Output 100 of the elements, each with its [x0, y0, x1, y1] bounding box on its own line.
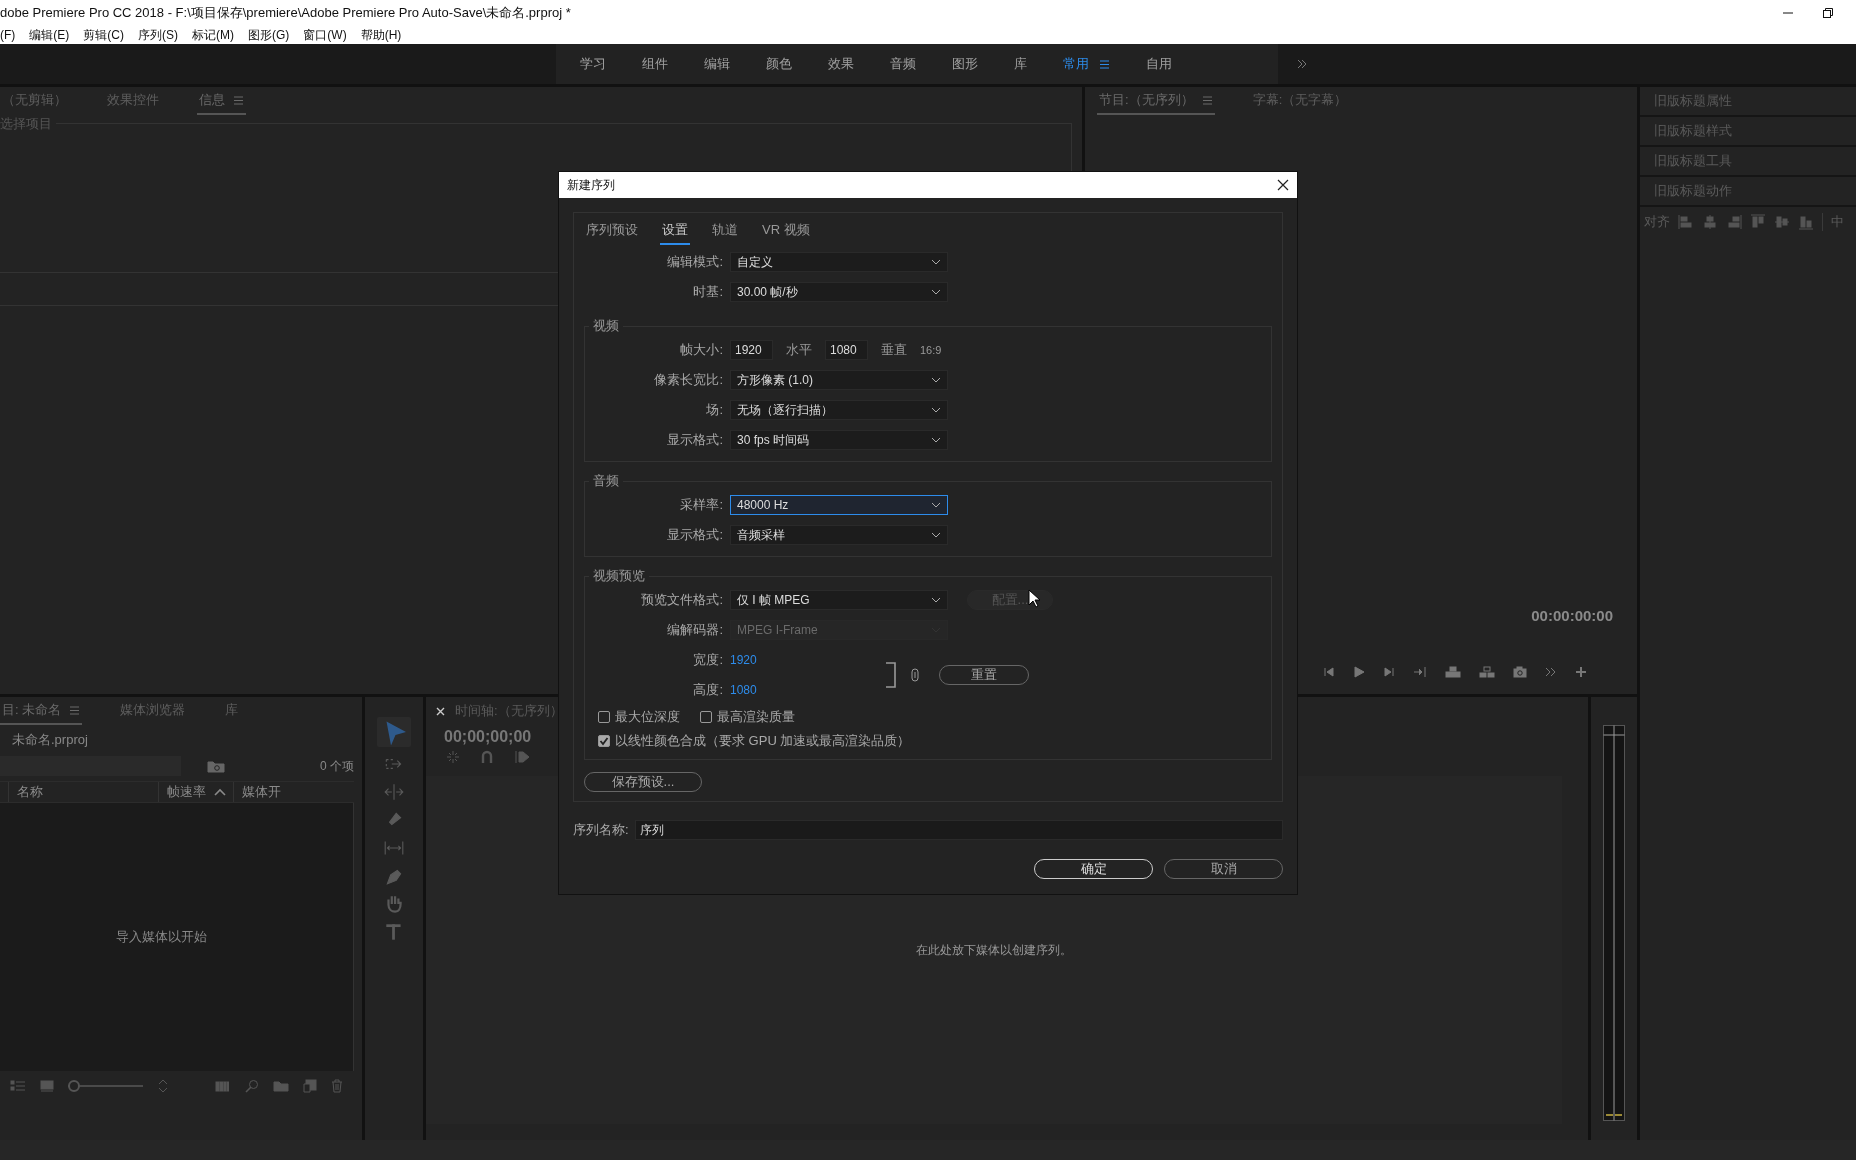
menu-item[interactable]: 编辑(E) — [29, 26, 70, 44]
menu-item[interactable]: 窗口(W) — [303, 26, 347, 44]
checkbox[interactable]: 最高渲染质量 — [700, 708, 795, 726]
chevron-down-icon[interactable] — [931, 502, 941, 508]
checkbox[interactable]: 以线性颜色合成（要求 GPU 加速或最高渲染品质） — [598, 732, 911, 750]
menu-icon[interactable] — [1201, 94, 1213, 106]
find-folder-icon[interactable] — [207, 759, 225, 773]
field-label: 编解码器: — [666, 621, 723, 639]
workspace-tab[interactable]: 学习 — [568, 55, 630, 73]
menu-item[interactable]: 剪辑(C) — [83, 26, 124, 44]
menu-item[interactable]: 序列(S) — [138, 26, 178, 44]
dropdown[interactable]: 无场（逐行扫描） — [730, 400, 948, 420]
dropdown[interactable]: 30.00 帧/秒 — [730, 282, 948, 302]
workspace-tab[interactable]: 编辑 — [692, 55, 754, 73]
icon-view-icon[interactable] — [40, 1080, 54, 1092]
list-view-icon[interactable] — [10, 1080, 26, 1092]
menu-icon[interactable] — [69, 704, 81, 716]
slider-thumb[interactable] — [68, 1080, 80, 1092]
step-forward-icon[interactable] — [1383, 666, 1395, 678]
folder-icon[interactable] — [273, 1080, 289, 1092]
drop-hint: 在此处放下媒体以创建序列。 — [916, 941, 1072, 959]
dropdown[interactable]: 仅 I 帧 MPEG — [730, 590, 948, 610]
dropdown[interactable]: 音频采样 — [730, 525, 948, 545]
chevron-down-icon[interactable] — [931, 597, 941, 603]
dropdown[interactable]: 自定义 — [730, 252, 948, 272]
section-title: 视频 — [592, 317, 620, 335]
play-icon[interactable] — [1353, 666, 1365, 678]
workspace-tab[interactable]: 图形 — [940, 55, 1002, 73]
align-left-icon[interactable] — [1678, 214, 1694, 230]
field-label: 序列名称: — [573, 821, 629, 839]
chevron-down-icon[interactable] — [931, 407, 941, 413]
step-back-icon[interactable] — [1323, 666, 1335, 678]
pointer-icon[interactable] — [377, 717, 411, 747]
aspect-ratio: 16:9 — [920, 344, 942, 356]
align-middle-icon[interactable] — [1774, 214, 1790, 230]
column-header[interactable]: 帧速率 — [158, 782, 233, 802]
overflow-chevrons-icon[interactable] — [1296, 58, 1308, 70]
workspace-tab[interactable]: 组件 — [630, 55, 692, 73]
workspace-tab[interactable]: 颜色 — [754, 55, 816, 73]
field-label: 显示格式: — [666, 431, 723, 449]
sort-ascending-icon[interactable] — [214, 788, 226, 796]
sort-icon[interactable] — [157, 1079, 169, 1093]
extract-icon[interactable] — [1479, 666, 1495, 678]
dropdown[interactable]: 方形像素 (1.0) — [730, 370, 948, 390]
file-name: 未命名.prproj — [11, 731, 89, 749]
lift-icon[interactable] — [1445, 666, 1461, 678]
dialog-title: 新建序列 — [567, 176, 615, 194]
go-to-out-icon[interactable] — [1413, 666, 1427, 678]
align-center-icon[interactable] — [1702, 214, 1718, 230]
close-icon[interactable] — [1277, 179, 1289, 191]
column-header[interactable]: 媒体开 — [233, 782, 283, 802]
menu-icon[interactable] — [1099, 58, 1110, 70]
chevron-down-icon[interactable] — [931, 437, 941, 443]
dialog-tab[interactable]: VR 视频 — [760, 217, 812, 245]
number-field[interactable]: 1920 — [730, 340, 773, 360]
menu-icon[interactable] — [233, 94, 244, 106]
search-icon[interactable] — [245, 1079, 259, 1093]
chevron-down-icon[interactable] — [931, 532, 941, 538]
field-label: 时基: — [692, 283, 723, 301]
number-field[interactable]: 1080 — [825, 340, 868, 360]
chevron-down-icon[interactable] — [931, 259, 941, 265]
menu-item[interactable]: 帮助(H) — [360, 26, 402, 44]
trash-icon[interactable] — [331, 1079, 343, 1093]
workspace-tab[interactable]: 效果 — [816, 55, 878, 73]
automate-icon[interactable] — [215, 1080, 231, 1092]
align-bottom-icon[interactable] — [1798, 214, 1814, 230]
restore-icon[interactable] — [1822, 7, 1834, 19]
dimension-value: 1080 — [730, 683, 757, 697]
workspace-tab[interactable]: 常用 — [1051, 55, 1134, 73]
overflow-chevrons-icon[interactable] — [1545, 667, 1557, 677]
field-label: 采样率: — [679, 496, 723, 514]
zoom-slider[interactable] — [68, 1080, 143, 1092]
field-label: 帧大小: — [679, 341, 723, 359]
new-item-icon[interactable] — [303, 1079, 317, 1093]
chevron-down-icon[interactable] — [931, 377, 941, 383]
workspace-tab[interactable]: 自用 — [1134, 55, 1196, 73]
dialog-tab[interactable]: 轨道 — [710, 217, 740, 245]
align-right-icon[interactable] — [1726, 214, 1742, 230]
dialog-tab[interactable]: 设置 — [660, 217, 690, 245]
plus-icon[interactable] — [1575, 666, 1587, 678]
dropdown[interactable]: 48000 Hz — [730, 495, 948, 515]
column-header[interactable]: 名称 — [8, 782, 158, 802]
link-icon[interactable] — [911, 668, 919, 682]
field-label: 像素长宽比: — [653, 371, 723, 389]
menu-item[interactable]: (F) — [0, 28, 16, 42]
chevron-down-icon[interactable] — [931, 289, 941, 295]
field-label: 垂直 — [881, 341, 907, 359]
sequence-name-field[interactable]: 序列 — [634, 820, 1283, 840]
dropdown[interactable]: 30 fps 时间码 — [730, 430, 948, 450]
dialog-tab[interactable]: 序列预设 — [584, 217, 640, 245]
workspace-tab[interactable]: 音频 — [878, 55, 940, 73]
workspace-tab[interactable]: 库 — [1002, 55, 1051, 73]
checkbox[interactable]: 最大位深度 — [598, 708, 680, 726]
camera-icon[interactable] — [1513, 666, 1527, 678]
align-top-icon[interactable] — [1750, 214, 1766, 230]
magnet-icon[interactable] — [480, 750, 494, 764]
timecode: 00;00;00;00 — [444, 728, 532, 746]
menu-item[interactable]: 标记(M) — [192, 26, 234, 44]
menu-item[interactable]: 图形(G) — [248, 26, 290, 44]
empty-message: 导入媒体以开始 — [116, 928, 207, 946]
